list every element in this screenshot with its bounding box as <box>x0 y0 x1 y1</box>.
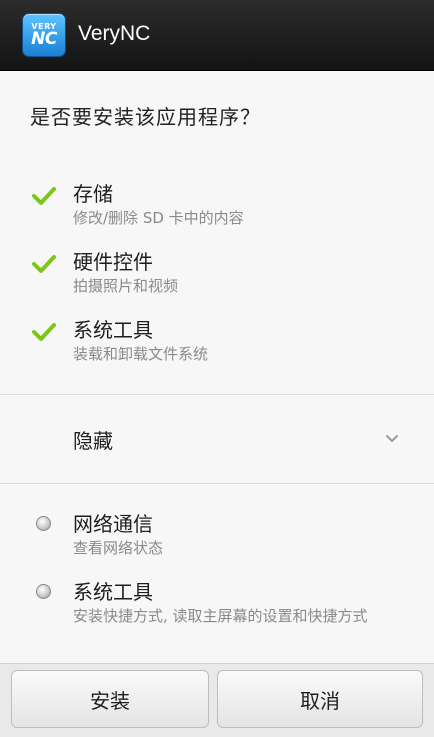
permission-title: 系统工具 <box>73 318 153 342</box>
app-name: VeryNC <box>78 22 151 45</box>
button-bar: 安装 取消 <box>0 663 434 737</box>
permission-title: 网络通信 <box>73 512 153 536</box>
divider <box>0 483 434 484</box>
hidden-permissions-toggle[interactable]: 隐藏 <box>0 395 434 483</box>
title-bar: VERY NC VeryNC <box>0 0 434 71</box>
bullet-icon <box>36 516 51 531</box>
app-icon-bottom-text: NC <box>31 28 57 49</box>
permission-desc: 拍摄照片和视频 <box>73 277 179 295</box>
checkmark-icon <box>32 255 56 273</box>
permission-desc: 修改/删除 SD 卡中的内容 <box>73 209 244 227</box>
permission-title: 存储 <box>73 182 113 206</box>
app-icon: VERY NC <box>22 13 66 57</box>
permission-title: 硬件控件 <box>73 250 153 274</box>
chevron-down-icon <box>386 435 398 442</box>
permission-desc: 安装快捷方式, 读取主屏幕的设置和快捷方式 <box>73 607 368 625</box>
permission-desc: 查看网络状态 <box>73 539 164 557</box>
permission-desc: 装载和卸载文件系统 <box>73 345 209 363</box>
checkmark-icon <box>32 323 56 341</box>
cancel-button[interactable]: 取消 <box>217 670 423 728</box>
install-prompt: 是否要安装该应用程序？ <box>30 105 261 129</box>
bullet-icon <box>36 584 51 599</box>
install-screen: VERY NC VeryNC 是否要安装该应用程序？ 存储 修改/删除 SD 卡… <box>0 0 434 737</box>
install-button[interactable]: 安装 <box>11 670 209 728</box>
checkmark-icon <box>32 187 56 205</box>
hidden-label: 隐藏 <box>73 429 113 453</box>
permission-title: 系统工具 <box>73 580 153 604</box>
